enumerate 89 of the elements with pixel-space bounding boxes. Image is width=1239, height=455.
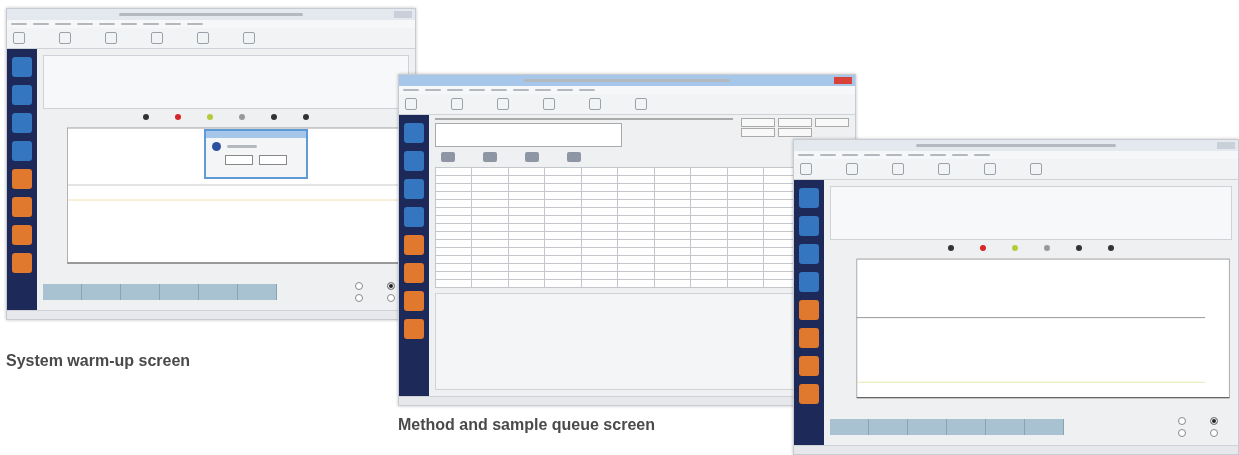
sidebar-tile-icon[interactable]	[799, 356, 819, 376]
control-button[interactable]	[908, 419, 947, 435]
sidebar-tile-icon[interactable]	[404, 291, 424, 311]
sidebar-tile-icon[interactable]	[12, 253, 32, 273]
control-button[interactable]	[82, 284, 121, 300]
toolbar-icon[interactable]	[892, 163, 904, 175]
sidebar-tile-icon[interactable]	[404, 235, 424, 255]
legend-dot-icon	[239, 114, 245, 120]
control-button[interactable]	[986, 419, 1025, 435]
radio-button[interactable]	[355, 282, 363, 290]
sidebar-tile-icon[interactable]	[12, 57, 32, 77]
toolbar-icon[interactable]	[589, 98, 601, 110]
toolbar-icon[interactable]	[59, 32, 71, 44]
sample-rack-icon[interactable]	[525, 152, 539, 162]
legend-dot-icon	[271, 114, 277, 120]
control-button[interactable]	[238, 284, 277, 300]
question-icon	[212, 142, 222, 151]
sample-rack-icon[interactable]	[567, 152, 581, 162]
sidebar-tile-icon[interactable]	[404, 207, 424, 227]
toolbar-icon[interactable]	[635, 98, 647, 110]
sidebar-tile-icon[interactable]	[12, 141, 32, 161]
legend-dot-icon	[143, 114, 149, 120]
toolbar-icon[interactable]	[800, 163, 812, 175]
legend-dot-icon	[1044, 245, 1050, 251]
blurred-message	[227, 145, 258, 148]
legend-dot-icon	[1076, 245, 1082, 251]
screenshot-caption: System warm-up screen	[6, 352, 191, 370]
toolbar-icon[interactable]	[451, 98, 463, 110]
legend-dot-icon	[175, 114, 181, 120]
toolbar-icon[interactable]	[497, 98, 509, 110]
sidebar-tile-icon[interactable]	[12, 197, 32, 217]
radio-button[interactable]	[1210, 417, 1218, 425]
legend-dot-icon	[1108, 245, 1114, 251]
legend-dot-icon	[303, 114, 309, 120]
toolbar-icon[interactable]	[846, 163, 858, 175]
radio-button[interactable]	[387, 282, 395, 290]
sidebar-tile-icon[interactable]	[799, 300, 819, 320]
control-button[interactable]	[1025, 419, 1064, 435]
control-button[interactable]	[43, 284, 82, 300]
toolbar-icon[interactable]	[151, 32, 163, 44]
sample-rack-icon[interactable]	[441, 152, 455, 162]
action-button[interactable]	[778, 118, 812, 127]
radio-button[interactable]	[1178, 417, 1186, 425]
dialog-button[interactable]	[259, 155, 288, 165]
sidebar-tile-icon[interactable]	[404, 123, 424, 143]
toolbar-icon[interactable]	[984, 163, 996, 175]
dialog-button[interactable]	[225, 155, 254, 165]
screenshot-caption: Method and sample queue screen	[398, 416, 655, 434]
radio-button[interactable]	[387, 294, 395, 302]
sidebar-tile-icon[interactable]	[799, 188, 819, 208]
sample-rack-icon[interactable]	[483, 152, 497, 162]
action-button[interactable]	[778, 128, 812, 137]
sidebar-tile-icon[interactable]	[12, 169, 32, 189]
toolbar-icon[interactable]	[243, 32, 255, 44]
toolbar-icon[interactable]	[938, 163, 950, 175]
sidebar-tile-icon[interactable]	[404, 151, 424, 171]
sidebar-tile-icon[interactable]	[799, 328, 819, 348]
control-button[interactable]	[121, 284, 160, 300]
toolbar-icon[interactable]	[543, 98, 555, 110]
legend-dot-icon	[980, 245, 986, 251]
toolbar-icon[interactable]	[1030, 163, 1042, 175]
toolbar-icon[interactable]	[197, 32, 209, 44]
control-button[interactable]	[947, 419, 986, 435]
toolbar-icon[interactable]	[105, 32, 117, 44]
sidebar-tile-icon[interactable]	[799, 384, 819, 404]
toolbar-icon[interactable]	[13, 32, 25, 44]
sidebar-tile-icon[interactable]	[12, 85, 32, 105]
action-button[interactable]	[815, 118, 849, 127]
control-button[interactable]	[160, 284, 199, 300]
radio-button[interactable]	[1178, 429, 1186, 437]
action-button[interactable]	[741, 128, 775, 137]
control-button[interactable]	[199, 284, 238, 300]
action-button[interactable]	[741, 118, 775, 127]
sidebar-tile-icon[interactable]	[799, 244, 819, 264]
sidebar-tile-icon[interactable]	[404, 263, 424, 283]
legend-dot-icon	[1012, 245, 1018, 251]
radio-button[interactable]	[1210, 429, 1218, 437]
control-button[interactable]	[830, 419, 869, 435]
sidebar-tile-icon[interactable]	[799, 272, 819, 292]
legend-dot-icon	[948, 245, 954, 251]
sidebar-tile-icon[interactable]	[12, 225, 32, 245]
control-button[interactable]	[869, 419, 908, 435]
legend-dot-icon	[207, 114, 213, 120]
sidebar-tile-icon[interactable]	[12, 113, 32, 133]
toolbar-icon[interactable]	[405, 98, 417, 110]
sidebar-tile-icon[interactable]	[799, 216, 819, 236]
sidebar-tile-icon[interactable]	[404, 179, 424, 199]
radio-button[interactable]	[355, 294, 363, 302]
sidebar-tile-icon[interactable]	[404, 319, 424, 339]
